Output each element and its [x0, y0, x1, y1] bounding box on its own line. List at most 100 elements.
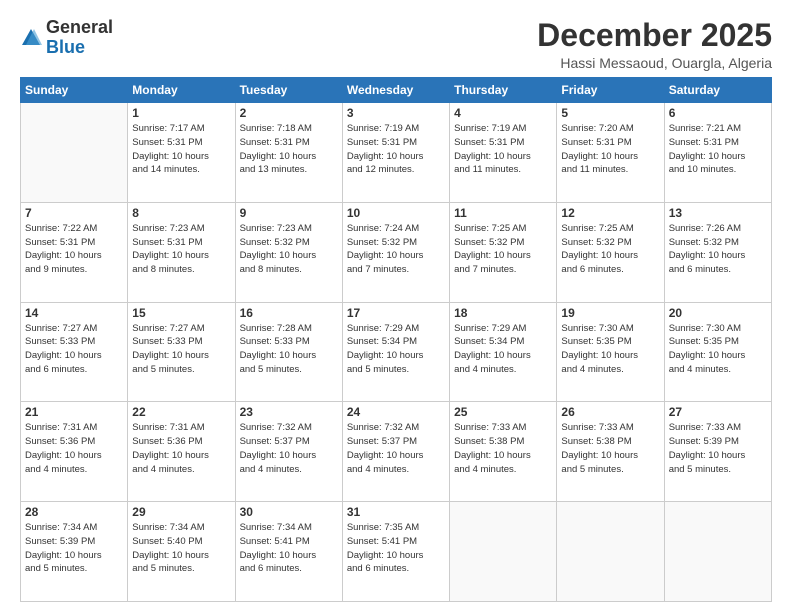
day-number: 16 [240, 306, 338, 320]
day-number: 8 [132, 206, 230, 220]
month-title: December 2025 [537, 18, 772, 53]
day-number: 19 [561, 306, 659, 320]
day-info: Sunrise: 7:35 AMSunset: 5:41 PMDaylight:… [347, 521, 445, 576]
table-cell: 23 Sunrise: 7:32 AMSunset: 5:37 PMDayligh… [235, 402, 342, 502]
table-cell: 3 Sunrise: 7:19 AMSunset: 5:31 PMDaylight… [342, 103, 449, 203]
day-number: 3 [347, 106, 445, 120]
title-block: December 2025 Hassi Messaoud, Ouargla, A… [537, 18, 772, 71]
day-info: Sunrise: 7:34 AMSunset: 5:40 PMDaylight:… [132, 521, 230, 576]
table-cell: 11 Sunrise: 7:25 AMSunset: 5:32 PMDayligh… [450, 202, 557, 302]
day-number: 10 [347, 206, 445, 220]
day-info: Sunrise: 7:31 AMSunset: 5:36 PMDaylight:… [132, 421, 230, 476]
table-cell: 14 Sunrise: 7:27 AMSunset: 5:33 PMDayligh… [21, 302, 128, 402]
table-cell: 8Sunrise: 7:23 AMSunset: 5:31 PMDaylight… [128, 202, 235, 302]
day-info: Sunrise: 7:30 AMSunset: 5:35 PMDaylight:… [561, 322, 659, 377]
table-cell: 7Sunrise: 7:22 AMSunset: 5:31 PMDaylight… [21, 202, 128, 302]
day-info: Sunrise: 7:29 AMSunset: 5:34 PMDaylight:… [454, 322, 552, 377]
day-info: Sunrise: 7:33 AMSunset: 5:39 PMDaylight:… [669, 421, 767, 476]
table-cell: 13 Sunrise: 7:26 AMSunset: 5:32 PMDayligh… [664, 202, 771, 302]
table-cell: 20 Sunrise: 7:30 AMSunset: 5:35 PMDayligh… [664, 302, 771, 402]
logo-blue-text: Blue [46, 37, 85, 57]
day-info: Sunrise: 7:21 AMSunset: 5:31 PMDaylight:… [669, 122, 767, 177]
table-cell: 25Sunrise: 7:33 AMSunset: 5:38 PMDayligh… [450, 402, 557, 502]
day-info: Sunrise: 7:26 AMSunset: 5:32 PMDaylight:… [669, 222, 767, 277]
day-info: Sunrise: 7:28 AMSunset: 5:33 PMDaylight:… [240, 322, 338, 377]
day-info: Sunrise: 7:23 AMSunset: 5:32 PMDaylight:… [240, 222, 338, 277]
day-info: Sunrise: 7:32 AMSunset: 5:37 PMDaylight:… [347, 421, 445, 476]
day-number: 23 [240, 405, 338, 419]
table-cell: 2 Sunrise: 7:18 AMSunset: 5:31 PMDaylight… [235, 103, 342, 203]
table-cell: 21 Sunrise: 7:31 AMSunset: 5:36 PMDayligh… [21, 402, 128, 502]
day-number: 18 [454, 306, 552, 320]
table-cell [450, 502, 557, 602]
table-cell: 24 Sunrise: 7:32 AMSunset: 5:37 PMDayligh… [342, 402, 449, 502]
day-number: 2 [240, 106, 338, 120]
day-info: Sunrise: 7:27 AMSunset: 5:33 PMDaylight:… [25, 322, 123, 377]
day-number: 25 [454, 405, 552, 419]
day-info: Sunrise: 7:17 AMSunset: 5:31 PMDaylight:… [132, 122, 230, 177]
day-info: Sunrise: 7:25 AMSunset: 5:32 PMDaylight:… [454, 222, 552, 277]
day-number: 24 [347, 405, 445, 419]
day-info: Sunrise: 7:32 AMSunset: 5:37 PMDaylight:… [240, 421, 338, 476]
day-number: 26 [561, 405, 659, 419]
day-number: 15 [132, 306, 230, 320]
day-info: Sunrise: 7:34 AMSunset: 5:39 PMDaylight:… [25, 521, 123, 576]
day-info: Sunrise: 7:31 AMSunset: 5:36 PMDaylight:… [25, 421, 123, 476]
calendar-table: Sunday Monday Tuesday Wednesday Thursday… [20, 77, 772, 602]
day-number: 28 [25, 505, 123, 519]
day-info: Sunrise: 7:30 AMSunset: 5:35 PMDaylight:… [669, 322, 767, 377]
table-cell: 16 Sunrise: 7:28 AMSunset: 5:33 PMDayligh… [235, 302, 342, 402]
day-number: 1 [132, 106, 230, 120]
table-cell: 4 Sunrise: 7:19 AMSunset: 5:31 PMDaylight… [450, 103, 557, 203]
day-number: 27 [669, 405, 767, 419]
logo-icon [20, 27, 42, 49]
day-number: 4 [454, 106, 552, 120]
day-info: Sunrise: 7:24 AMSunset: 5:32 PMDaylight:… [347, 222, 445, 277]
day-info: Sunrise: 7:20 AMSunset: 5:31 PMDaylight:… [561, 122, 659, 177]
day-number: 29 [132, 505, 230, 519]
logo: General Blue [20, 18, 113, 58]
table-cell [557, 502, 664, 602]
day-info: Sunrise: 7:27 AMSunset: 5:33 PMDaylight:… [132, 322, 230, 377]
table-cell: 26 Sunrise: 7:33 AMSunset: 5:38 PMDayligh… [557, 402, 664, 502]
day-number: 30 [240, 505, 338, 519]
table-cell [21, 103, 128, 203]
day-number: 17 [347, 306, 445, 320]
day-info: Sunrise: 7:18 AMSunset: 5:31 PMDaylight:… [240, 122, 338, 177]
table-cell: 18 Sunrise: 7:29 AMSunset: 5:34 PMDayligh… [450, 302, 557, 402]
table-cell: 31 Sunrise: 7:35 AMSunset: 5:41 PMDayligh… [342, 502, 449, 602]
day-info: Sunrise: 7:19 AMSunset: 5:31 PMDaylight:… [454, 122, 552, 177]
table-row: 28 Sunrise: 7:34 AMSunset: 5:39 PMDayligh… [21, 502, 772, 602]
day-number: 12 [561, 206, 659, 220]
table-cell: 5Sunrise: 7:20 AMSunset: 5:31 PMDaylight… [557, 103, 664, 203]
day-number: 21 [25, 405, 123, 419]
location: Hassi Messaoud, Ouargla, Algeria [537, 55, 772, 71]
calendar-header-row: Sunday Monday Tuesday Wednesday Thursday… [21, 78, 772, 103]
col-thursday: Thursday [450, 78, 557, 103]
day-number: 13 [669, 206, 767, 220]
day-number: 31 [347, 505, 445, 519]
day-number: 14 [25, 306, 123, 320]
header: General Blue December 2025 Hassi Messaou… [20, 18, 772, 71]
table-row: 7Sunrise: 7:22 AMSunset: 5:31 PMDaylight… [21, 202, 772, 302]
day-info: Sunrise: 7:25 AMSunset: 5:32 PMDaylight:… [561, 222, 659, 277]
table-cell: 1 Sunrise: 7:17 AMSunset: 5:31 PMDaylight… [128, 103, 235, 203]
day-info: Sunrise: 7:33 AMSunset: 5:38 PMDaylight:… [561, 421, 659, 476]
table-cell: 19 Sunrise: 7:30 AMSunset: 5:35 PMDayligh… [557, 302, 664, 402]
day-number: 11 [454, 206, 552, 220]
day-info: Sunrise: 7:19 AMSunset: 5:31 PMDaylight:… [347, 122, 445, 177]
table-cell: 9Sunrise: 7:23 AMSunset: 5:32 PMDaylight… [235, 202, 342, 302]
table-row: 1 Sunrise: 7:17 AMSunset: 5:31 PMDaylight… [21, 103, 772, 203]
table-cell [664, 502, 771, 602]
table-cell: 15 Sunrise: 7:27 AMSunset: 5:33 PMDayligh… [128, 302, 235, 402]
day-number: 20 [669, 306, 767, 320]
table-row: 14 Sunrise: 7:27 AMSunset: 5:33 PMDayligh… [21, 302, 772, 402]
table-cell: 12 Sunrise: 7:25 AMSunset: 5:32 PMDayligh… [557, 202, 664, 302]
day-number: 22 [132, 405, 230, 419]
table-row: 21 Sunrise: 7:31 AMSunset: 5:36 PMDayligh… [21, 402, 772, 502]
day-number: 7 [25, 206, 123, 220]
logo-general-text: General [46, 17, 113, 37]
col-monday: Monday [128, 78, 235, 103]
page: General Blue December 2025 Hassi Messaou… [0, 0, 792, 612]
table-cell: 6Sunrise: 7:21 AMSunset: 5:31 PMDaylight… [664, 103, 771, 203]
